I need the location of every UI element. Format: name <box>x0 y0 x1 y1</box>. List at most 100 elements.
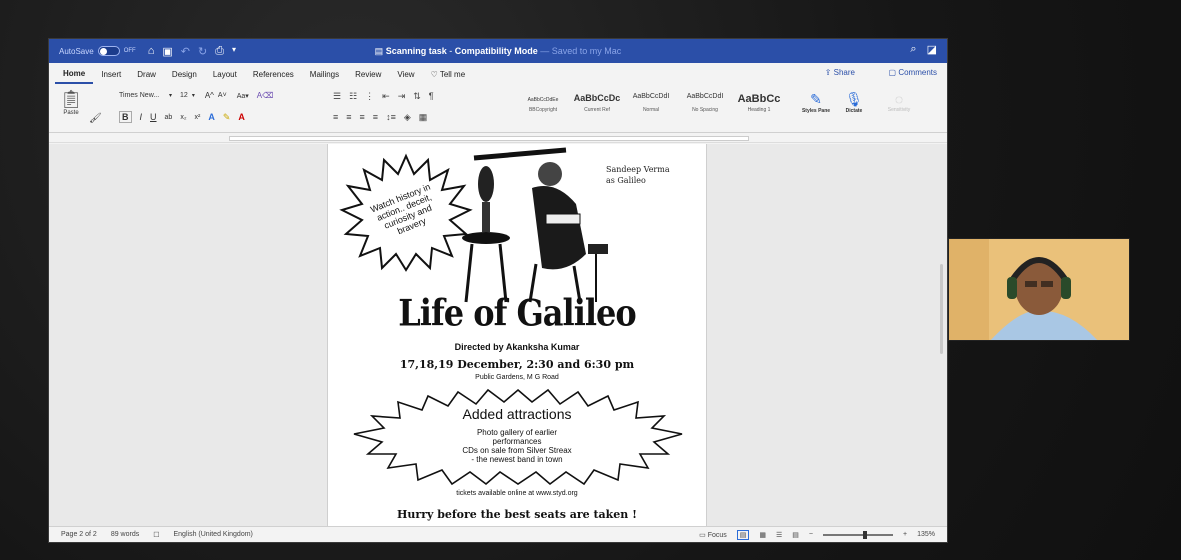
line-spacing-icon[interactable]: ↕≡ <box>386 112 396 123</box>
attractions-list: Photo gallery of earlier performances CD… <box>462 428 572 464</box>
poster-venue: Public Gardens, M G Road <box>475 374 559 381</box>
ruler[interactable] <box>49 133 947 143</box>
align-right-icon[interactable]: ≡ <box>360 112 365 123</box>
shading-icon[interactable]: ◈ <box>404 112 411 123</box>
customize-qat-icon[interactable]: ▾ <box>232 45 236 58</box>
styles-pane-button[interactable]: ✎ Styles Pane <box>801 91 831 114</box>
document-page[interactable]: Watch history in action.. deceit, curios… <box>327 144 707 528</box>
font-size-select[interactable]: 12 <box>180 92 188 99</box>
language-indicator[interactable]: English (United Kingdom) <box>174 531 253 538</box>
align-center-icon[interactable]: ≡ <box>346 112 351 123</box>
account-icon[interactable]: ◪ <box>927 43 937 56</box>
print-icon[interactable]: ⎙ <box>215 45 224 58</box>
word-count[interactable]: 89 words <box>111 531 139 538</box>
shrink-font-icon[interactable]: A˅ <box>218 92 227 99</box>
ribbon: 📋︎ Paste 🖌︎ Times New... ▾ 12 ▾ A^ A˅ Aa… <box>49 85 947 133</box>
lightbulb-icon: ♡ <box>430 69 438 79</box>
dictate-button[interactable]: 🎙︎ Dictate <box>839 91 869 114</box>
tab-references[interactable]: References <box>245 66 302 83</box>
undo-icon[interactable]: ↶ <box>181 45 190 58</box>
ribbon-tabs: Home Insert Draw Design Layout Reference… <box>49 63 947 85</box>
multilevel-list-icon[interactable]: ⋮ <box>365 91 374 102</box>
tab-tell-me[interactable]: ♡ Tell me <box>423 66 474 83</box>
poster-director: Directed by Akanksha Kumar <box>454 342 580 352</box>
increase-indent-icon[interactable]: ⇥ <box>398 91 406 102</box>
tab-review[interactable]: Review <box>347 66 389 83</box>
galileo-illustration <box>462 147 608 303</box>
styles-gallery: AaBbCcDdEe BBCopyright AaBbCcDc Current … <box>519 93 783 113</box>
tab-home[interactable]: Home <box>55 65 94 84</box>
align-left-icon[interactable]: ≡ <box>333 112 338 123</box>
grow-font-icon[interactable]: A^ <box>205 91 214 100</box>
styles-pane-icon: ✎ <box>810 91 822 107</box>
tab-mailings[interactable]: Mailings <box>302 66 347 83</box>
font-size-dropdown-icon[interactable]: ▾ <box>192 92 195 99</box>
paste-button[interactable]: 📋︎ Paste <box>57 89 85 116</box>
text-effects-icon[interactable]: A <box>208 112 215 122</box>
redo-icon[interactable]: ↻ <box>198 45 207 58</box>
zoom-out-icon[interactable]: − <box>809 531 813 538</box>
share-button[interactable]: ⇪ Share <box>825 68 855 77</box>
outline-view-icon[interactable]: ☰ <box>776 531 782 539</box>
decrease-indent-icon[interactable]: ⇤ <box>382 91 390 102</box>
clipboard-icon: 📋︎ <box>59 89 83 109</box>
poster-hurry: Hurry before the best seats are taken ! <box>397 508 637 521</box>
web-layout-icon[interactable]: ▦ <box>759 531 766 539</box>
zoom-in-icon[interactable]: + <box>903 531 907 538</box>
autosave-label: AutoSave <box>59 46 94 56</box>
highlight-icon[interactable]: ✎ <box>223 112 231 123</box>
justify-icon[interactable]: ≡ <box>373 112 378 123</box>
style-heading-1[interactable]: AaBbCc Heading 1 <box>735 93 783 113</box>
actor-credit: Sandeep Verma as Galileo <box>606 165 670 185</box>
webcam-video-tile <box>948 238 1130 341</box>
sort-icon[interactable]: ⇅ <box>413 91 421 102</box>
clear-formatting-icon[interactable]: A⌫ <box>257 91 274 100</box>
autosave-control[interactable]: AutoSave OFF <box>59 46 136 56</box>
zoom-slider[interactable] <box>823 530 893 539</box>
save-icon[interactable]: ▣ <box>162 45 172 58</box>
font-name-dropdown-icon[interactable]: ▾ <box>169 92 172 99</box>
autosave-state: OFF <box>123 48 136 54</box>
focus-button[interactable]: ▭ Focus <box>699 531 727 539</box>
page-count[interactable]: Page 2 of 2 <box>61 531 97 538</box>
draft-view-icon[interactable]: ▤ <box>792 531 799 539</box>
tab-insert[interactable]: Insert <box>93 66 129 83</box>
autosave-toggle[interactable] <box>97 46 120 56</box>
style-normal[interactable]: AaBbCcDdI Normal <box>627 93 675 113</box>
style-bbcopyright[interactable]: AaBbCcDdEe BBCopyright <box>519 93 567 113</box>
subscript-icon[interactable]: x₂ <box>180 114 186 121</box>
participant-video <box>949 239 1129 340</box>
strikethrough-icon[interactable]: ab <box>165 114 173 121</box>
zoom-level[interactable]: 135% <box>917 531 935 538</box>
print-layout-icon[interactable]: ▤ <box>736 529 750 540</box>
tab-layout[interactable]: Layout <box>205 66 245 83</box>
style-no-spacing[interactable]: AaBbCcDdI No Spacing <box>681 93 729 113</box>
tab-view[interactable]: View <box>389 66 422 83</box>
sensitivity-icon: ◌ <box>894 91 904 107</box>
style-current-ref[interactable]: AaBbCcDc Current Ref <box>573 93 621 113</box>
search-icon[interactable]: ⌕ <box>910 43 916 56</box>
home-icon[interactable]: ⌂ <box>148 45 155 58</box>
font-name-select[interactable]: Times New... <box>119 92 165 99</box>
doc-mode: Compatibility Mode <box>454 45 538 56</box>
format-painter-icon[interactable]: 🖌︎ <box>89 113 102 124</box>
proofing-icon[interactable]: ☐ <box>153 531 159 539</box>
paste-label: Paste <box>63 110 79 116</box>
comments-button[interactable]: ▢ Comments <box>889 68 937 77</box>
underline-icon[interactable]: U <box>150 112 157 122</box>
sensitivity-button[interactable]: ◌ Sensitivity <box>879 91 919 113</box>
document-icon: ▤ <box>374 45 384 56</box>
show-formatting-icon[interactable]: ¶ <box>429 91 434 102</box>
tab-draw[interactable]: Draw <box>129 66 164 83</box>
change-case-icon[interactable]: Aa▾ <box>237 92 249 100</box>
numbering-icon[interactable]: ☷ <box>349 91 357 102</box>
bold-icon[interactable]: B <box>119 111 132 123</box>
poster-title: Life of Galileo <box>398 291 636 335</box>
borders-icon[interactable]: ▦ <box>419 112 428 123</box>
superscript-icon[interactable]: x² <box>195 114 201 121</box>
italic-icon[interactable]: I <box>140 112 143 122</box>
tab-design[interactable]: Design <box>164 66 205 83</box>
vertical-scrollbar[interactable] <box>940 264 943 354</box>
font-color-icon[interactable]: A <box>238 112 245 122</box>
bullets-icon[interactable]: ☰ <box>333 91 341 102</box>
